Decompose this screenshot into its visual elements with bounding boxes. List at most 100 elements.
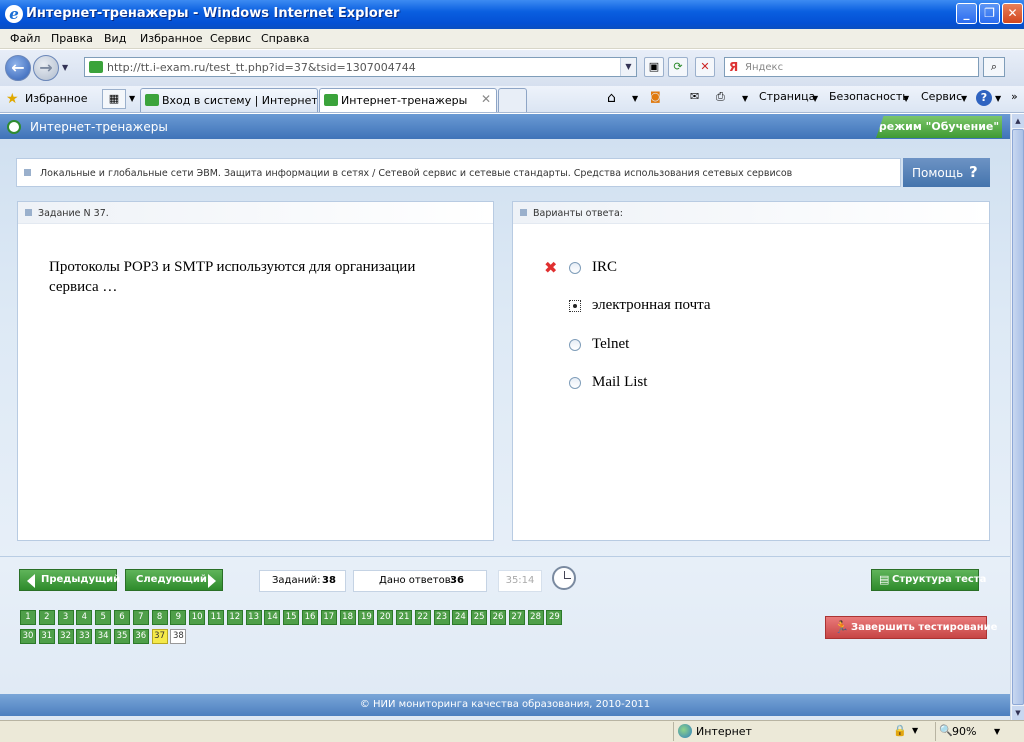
- quick-tabs-button[interactable]: ▦: [102, 89, 126, 109]
- menu-tools[interactable]: Сервис: [210, 32, 251, 45]
- test-structure-button[interactable]: ▤ Структура теста: [871, 569, 986, 591]
- question-number-12[interactable]: 12: [226, 610, 243, 625]
- question-number-15[interactable]: 15: [283, 610, 300, 625]
- maximize-button[interactable]: ❐: [979, 3, 1000, 24]
- question-number-4[interactable]: 4: [76, 610, 93, 625]
- radio-button[interactable]: [569, 262, 581, 274]
- question-number-16[interactable]: 16: [302, 610, 318, 625]
- print-icon[interactable]: ⎙: [716, 90, 725, 104]
- search-button[interactable]: ⌕: [983, 57, 1005, 77]
- next-button[interactable]: Следующий: [125, 569, 223, 591]
- question-number-14[interactable]: 14: [264, 610, 281, 625]
- question-number-37[interactable]: 37: [151, 629, 168, 644]
- question-number-26[interactable]: 26: [490, 610, 506, 625]
- question-number-27[interactable]: 27: [508, 610, 525, 625]
- protected-mode-dropdown-icon[interactable]: ▼: [912, 726, 918, 735]
- answer-label[interactable]: Telnet: [592, 336, 629, 353]
- menu-help[interactable]: Справка: [261, 32, 309, 45]
- tab-close-icon[interactable]: ✕: [481, 92, 491, 106]
- question-number-11[interactable]: 11: [208, 610, 224, 625]
- radio-button[interactable]: [569, 377, 581, 389]
- question-number-35[interactable]: 35: [114, 629, 130, 644]
- home-dropdown-icon[interactable]: ▼: [632, 94, 638, 103]
- home-icon[interactable]: ⌂: [607, 90, 616, 106]
- question-number-29[interactable]: 29: [546, 610, 563, 625]
- search-box[interactable]: Я Яндекс: [724, 57, 979, 77]
- question-number-24[interactable]: 24: [452, 610, 469, 625]
- close-button[interactable]: ✕: [1002, 3, 1023, 24]
- tab-login[interactable]: Вход в систему | Интернет-...: [140, 88, 318, 112]
- feeds-icon[interactable]: ◙: [650, 90, 661, 103]
- vertical-scrollbar[interactable]: ▲ ▼: [1010, 114, 1024, 720]
- tab-trainers[interactable]: Интернет-тренажеры ✕: [319, 88, 497, 112]
- question-number-17[interactable]: 17: [320, 610, 337, 625]
- question-number-25[interactable]: 25: [471, 610, 488, 625]
- scroll-up-icon[interactable]: ▲: [1012, 114, 1024, 128]
- more-chevron-icon[interactable]: »: [1011, 90, 1018, 103]
- favorites-button[interactable]: Избранное: [25, 92, 87, 105]
- address-dropdown-icon[interactable]: ▼: [620, 58, 636, 76]
- tab-list-dropdown-icon[interactable]: ▼: [129, 94, 135, 103]
- radio-button-selected[interactable]: [569, 300, 581, 312]
- question-number-33[interactable]: 33: [76, 629, 93, 644]
- menu-view[interactable]: Вид: [104, 32, 126, 45]
- answer-label[interactable]: электронная почта: [592, 297, 711, 314]
- answer-option[interactable]: ✖ IRC: [513, 258, 813, 280]
- question-number-13[interactable]: 13: [245, 610, 262, 625]
- previous-button[interactable]: Предыдущий: [19, 569, 120, 591]
- question-number-1[interactable]: 1: [20, 610, 36, 625]
- security-menu[interactable]: Безопасность: [829, 90, 909, 103]
- tools-menu[interactable]: Сервис: [921, 90, 962, 103]
- answer-option[interactable]: Mail List: [513, 373, 813, 395]
- question-number-38[interactable]: 38: [170, 629, 187, 644]
- address-bar[interactable]: http://tt.i-exam.ru/test_tt.php?id=37&ts…: [84, 57, 637, 77]
- question-number-32[interactable]: 32: [57, 629, 74, 644]
- question-number-6[interactable]: 6: [114, 610, 130, 625]
- menu-favorites[interactable]: Избранное: [140, 32, 202, 45]
- question-number-7[interactable]: 7: [132, 610, 149, 625]
- answer-label[interactable]: IRC: [592, 259, 617, 276]
- finish-test-button[interactable]: 🏃 Завершить тестирование: [825, 616, 997, 639]
- page-menu[interactable]: Страница: [759, 90, 815, 103]
- question-number-2[interactable]: 2: [38, 610, 55, 625]
- question-number-18[interactable]: 18: [339, 610, 356, 625]
- answer-label[interactable]: Mail List: [592, 374, 647, 391]
- back-button[interactable]: ←: [5, 55, 31, 81]
- question-number-21[interactable]: 21: [396, 610, 412, 625]
- new-tab-button[interactable]: [498, 88, 527, 112]
- read-mail-icon[interactable]: ✉: [690, 90, 699, 103]
- radio-button[interactable]: [569, 339, 581, 351]
- page-dropdown-icon[interactable]: ▼: [812, 94, 818, 103]
- minimize-button[interactable]: _: [956, 3, 977, 24]
- scroll-down-icon[interactable]: ▼: [1012, 706, 1024, 720]
- question-number-9[interactable]: 9: [170, 610, 187, 625]
- question-number-10[interactable]: 10: [189, 610, 206, 625]
- stop-button[interactable]: ✕: [695, 57, 715, 77]
- question-number-30[interactable]: 30: [20, 629, 36, 644]
- protected-mode-icon[interactable]: 🔒: [893, 724, 907, 737]
- question-number-31[interactable]: 31: [38, 629, 55, 644]
- question-number-5[interactable]: 5: [95, 610, 112, 625]
- help-button[interactable]: Помощь ?: [903, 158, 990, 187]
- forward-button[interactable]: →: [33, 55, 59, 81]
- zoom-control[interactable]: 🔍 90% ▼: [935, 722, 1005, 741]
- menu-file[interactable]: Файл: [10, 32, 40, 45]
- search-placeholder[interactable]: Яндекс: [745, 62, 783, 73]
- question-number-8[interactable]: 8: [151, 610, 168, 625]
- favorites-star-icon[interactable]: ★: [6, 91, 19, 107]
- help-icon[interactable]: ?: [976, 90, 992, 106]
- address-url[interactable]: http://tt.i-exam.ru/test_tt.php?id=37&ts…: [107, 61, 416, 74]
- answer-option[interactable]: электронная почта: [513, 296, 813, 318]
- history-dropdown-icon[interactable]: ▼: [62, 63, 68, 72]
- question-number-36[interactable]: 36: [132, 629, 149, 644]
- tools-dropdown-icon[interactable]: ▼: [961, 94, 967, 103]
- scroll-thumb[interactable]: [1012, 129, 1024, 705]
- question-number-23[interactable]: 23: [433, 610, 450, 625]
- question-number-22[interactable]: 22: [414, 610, 431, 625]
- help-dropdown-icon[interactable]: ▼: [995, 94, 1001, 103]
- question-number-34[interactable]: 34: [95, 629, 112, 644]
- question-number-28[interactable]: 28: [527, 610, 544, 625]
- question-number-3[interactable]: 3: [57, 610, 74, 625]
- security-dropdown-icon[interactable]: ▼: [903, 94, 909, 103]
- print-dropdown-icon[interactable]: ▼: [742, 94, 748, 103]
